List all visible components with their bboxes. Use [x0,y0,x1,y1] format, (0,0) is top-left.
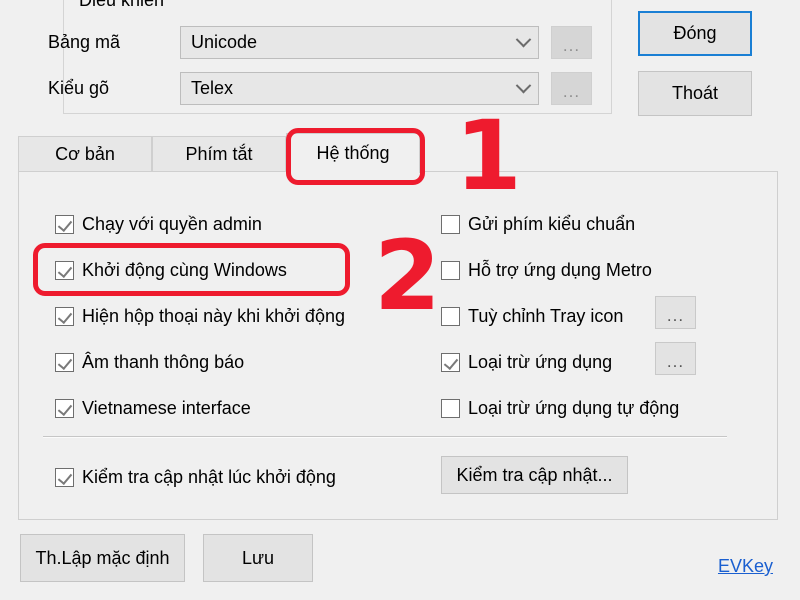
checkbox-label: Âm thanh thông báo [82,351,244,373]
checkbox-label: Hỗ trợ ứng dụng Metro [468,259,652,281]
checkbox-icon[interactable] [55,399,74,418]
checkbox-icon[interactable] [441,307,460,326]
charset-select[interactable]: Unicode [180,26,539,59]
evkey-link[interactable]: EVKey [718,556,773,577]
check-update-button[interactable]: Kiểm tra cập nhật... [441,456,628,494]
checkbox-row-auto-exclude-apps[interactable]: Loại trừ ứng dụng tự động [441,397,679,419]
exclude-apps-browse-button[interactable]: ... [655,342,696,375]
evkey-settings-window: Điều khiển Bảng mã Unicode ... Kiểu gõ T… [0,0,800,600]
exclude-apps-browse-label: ... [667,358,684,366]
tab-phim-tat[interactable]: Phím tắt [152,136,286,171]
checkbox-icon[interactable] [441,215,460,234]
chevron-down-icon [508,37,538,48]
input-method-selected-value: Telex [181,78,508,99]
checkbox-icon[interactable] [55,215,74,234]
checkbox-label: Tuỳ chỉnh Tray icon [468,305,623,327]
checkbox-row-standard-key-send[interactable]: Gửi phím kiểu chuẩn [441,213,635,235]
checkbox-label: Chạy với quyền admin [82,213,262,235]
input-method-browse-button[interactable]: ... [551,72,592,105]
control-groupbox-title: Điều khiển [74,0,169,11]
checkbox-row-notification-sound[interactable]: Âm thanh thông báo [55,351,244,373]
input-method-browse-label: ... [563,88,580,96]
checkbox-row-exclude-apps[interactable]: Loại trừ ứng dụng [441,351,612,373]
checkbox-label: Khởi động cùng Windows [82,259,287,281]
tab-strip: Cơ bản Phím tắt Hệ thống [18,133,778,171]
checkbox-icon[interactable] [55,353,74,372]
checkbox-label: Vietnamese interface [82,397,251,419]
checkbox-row-metro-app-support[interactable]: Hỗ trợ ứng dụng Metro [441,259,652,281]
tab-co-ban[interactable]: Cơ bản [18,136,152,171]
section-divider [43,436,727,438]
checkbox-row-check-update-on-start[interactable]: Kiểm tra cập nhật lúc khởi động [55,466,336,488]
checkbox-row-run-as-admin[interactable]: Chạy với quyền admin [55,213,262,235]
checkbox-row-start-with-windows[interactable]: Khởi động cùng Windows [55,259,287,281]
tab-he-thong[interactable]: Hệ thống [286,133,420,173]
charset-browse-button[interactable]: ... [551,26,592,59]
charset-browse-label: ... [563,42,580,50]
tray-icon-browse-label: ... [667,312,684,320]
input-method-label: Kiểu gõ [48,77,109,99]
checkbox-label: Kiểm tra cập nhật lúc khởi động [82,466,336,488]
checkbox-label: Loại trừ ứng dụng [468,351,612,373]
checkbox-icon[interactable] [441,399,460,418]
tray-icon-browse-button[interactable]: ... [655,296,696,329]
close-button[interactable]: Đóng [638,11,752,56]
checkbox-icon[interactable] [441,261,460,280]
input-method-select[interactable]: Telex [180,72,539,105]
checkbox-label: Loại trừ ứng dụng tự động [468,397,679,419]
exit-button[interactable]: Thoát [638,71,752,116]
checkbox-icon[interactable] [55,468,74,487]
charset-selected-value: Unicode [181,32,508,53]
save-button[interactable]: Lưu [203,534,313,582]
checkbox-row-vietnamese-interface[interactable]: Vietnamese interface [55,397,251,419]
charset-label: Bảng mã [48,31,120,53]
reset-defaults-button[interactable]: Th.Lập mặc định [20,534,185,582]
checkbox-row-custom-tray-icon[interactable]: Tuỳ chỉnh Tray icon [441,305,623,327]
checkbox-label: Gửi phím kiểu chuẩn [468,213,635,235]
chevron-down-icon [508,83,538,94]
checkbox-row-show-dialog-on-start[interactable]: Hiện hộp thoại này khi khởi động [55,305,345,327]
checkbox-icon[interactable] [55,261,74,280]
checkbox-label: Hiện hộp thoại này khi khởi động [82,305,345,327]
checkbox-icon[interactable] [441,353,460,372]
checkbox-icon[interactable] [55,307,74,326]
